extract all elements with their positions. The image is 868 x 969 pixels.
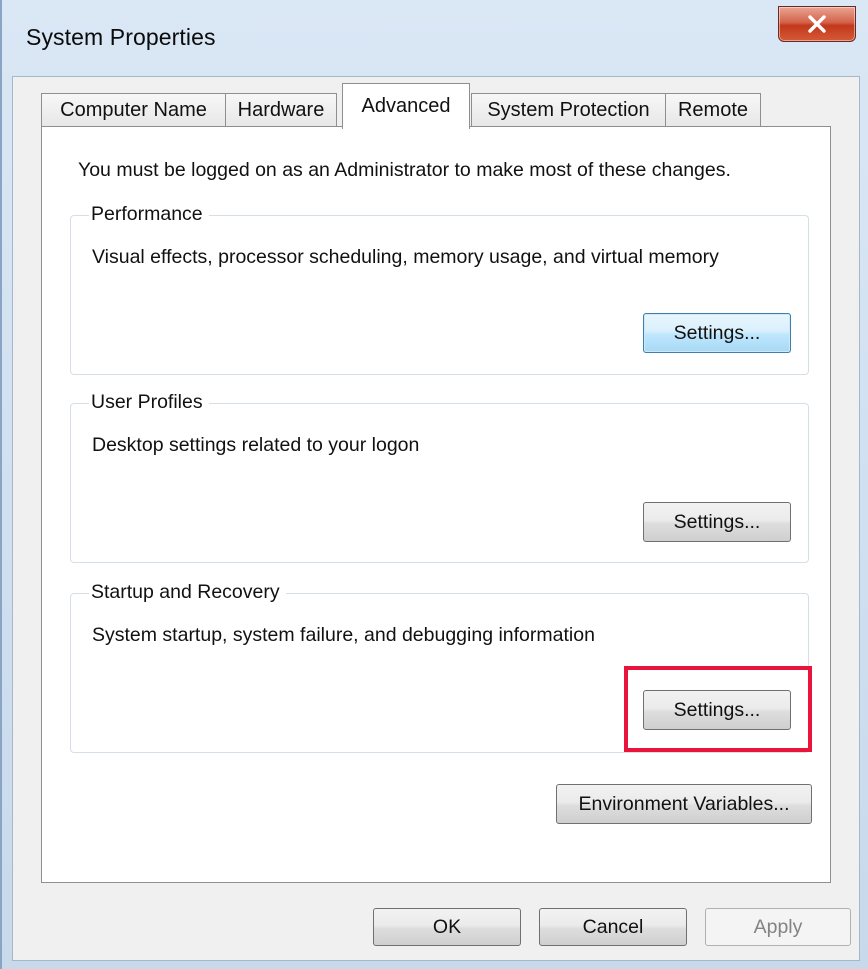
tab-hardware[interactable]: Hardware bbox=[225, 93, 337, 127]
cancel-button[interactable]: Cancel bbox=[539, 908, 687, 946]
user-profiles-settings-button[interactable]: Settings... bbox=[643, 502, 791, 542]
startup-recovery-group: Startup and Recovery System startup, sys… bbox=[70, 581, 809, 753]
startup-recovery-description: System startup, system failure, and debu… bbox=[92, 624, 595, 646]
environment-variables-button[interactable]: Environment Variables... bbox=[556, 784, 812, 824]
user-profiles-group: User Profiles Desktop settings related t… bbox=[70, 391, 809, 563]
tab-advanced[interactable]: Advanced bbox=[342, 83, 470, 129]
dialog-body: Computer Name Hardware Advanced System P… bbox=[12, 76, 860, 961]
admin-notice: You must be logged on as an Administrato… bbox=[78, 159, 731, 181]
tab-remote[interactable]: Remote bbox=[665, 93, 761, 127]
user-profiles-label: User Profiles bbox=[89, 391, 209, 414]
startup-recovery-settings-button[interactable]: Settings... bbox=[643, 690, 791, 730]
tab-computer-name[interactable]: Computer Name bbox=[41, 93, 226, 127]
title-bar[interactable]: System Properties bbox=[2, 0, 868, 76]
window-title: System Properties bbox=[26, 24, 216, 50]
startup-recovery-label: Startup and Recovery bbox=[89, 581, 286, 604]
performance-settings-button[interactable]: Settings... bbox=[643, 313, 791, 353]
performance-description: Visual effects, processor scheduling, me… bbox=[92, 246, 719, 268]
close-icon bbox=[808, 15, 826, 33]
ok-button[interactable]: OK bbox=[373, 908, 521, 946]
tab-system-protection[interactable]: System Protection bbox=[471, 93, 666, 127]
user-profiles-description: Desktop settings related to your logon bbox=[92, 434, 420, 456]
performance-label: Performance bbox=[89, 203, 209, 226]
apply-button[interactable]: Apply bbox=[705, 908, 851, 946]
system-properties-window: System Properties Computer Name Hardware… bbox=[0, 0, 868, 969]
close-button[interactable] bbox=[778, 6, 856, 42]
advanced-tab-panel: You must be logged on as an Administrato… bbox=[41, 126, 831, 883]
performance-group: Performance Visual effects, processor sc… bbox=[70, 203, 809, 375]
